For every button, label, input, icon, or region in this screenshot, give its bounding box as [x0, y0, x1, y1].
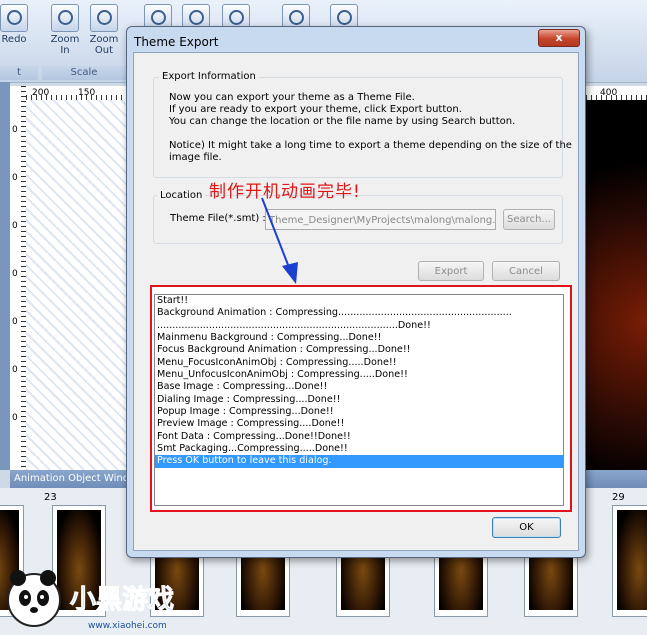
- animation-window-title: Animation Object Wind: [14, 473, 130, 484]
- dialog-title: Theme Export: [134, 35, 219, 49]
- info-notice-line-2: image file.: [169, 152, 222, 163]
- scale-group-label: Scale: [42, 66, 126, 80]
- redo-button[interactable]: Redo: [0, 4, 32, 62]
- log-line[interactable]: ........................................…: [155, 320, 563, 332]
- ruler-label-200: 200: [32, 88, 50, 98]
- export-button[interactable]: Export: [418, 261, 484, 281]
- design-canvas[interactable]: [26, 100, 126, 470]
- info-notice-line-1: Notice) It might take a long time to exp…: [169, 140, 572, 151]
- ruler-label: 0: [12, 269, 18, 279]
- zoom-out-icon: [90, 4, 118, 32]
- close-icon: x: [555, 31, 563, 44]
- export-log-list[interactable]: Start!! Background Animation : Compressin…: [154, 294, 564, 506]
- edit-group-label: t: [0, 66, 38, 80]
- log-line[interactable]: Smt Packaging...Compressing.....Done!!: [155, 443, 563, 455]
- redo-label: Redo: [1, 34, 27, 45]
- watermark-brand: 小黑游戏: [70, 585, 174, 615]
- zoom-out-button[interactable]: Zoom Out: [86, 4, 122, 62]
- search-button[interactable]: Search...: [503, 209, 555, 230]
- log-line[interactable]: Menu_UnfocusIconAnimObj : Compressing...…: [155, 369, 563, 381]
- export-info-label: Export Information: [159, 71, 259, 82]
- ok-button[interactable]: OK: [492, 517, 561, 538]
- info-line-2: If you are ready to export your theme, c…: [169, 104, 462, 115]
- frame-number: 23: [44, 492, 57, 503]
- zoom-out-label: Zoom Out: [89, 34, 119, 56]
- ruler-label-150: 150: [78, 88, 96, 98]
- ruler-label: 0: [12, 173, 18, 183]
- ruler-label: 0: [12, 221, 18, 231]
- info-line-3: You can change the location or the file …: [169, 116, 516, 127]
- redo-icon: [0, 4, 28, 32]
- zoom-in-button[interactable]: Zoom In: [47, 4, 83, 62]
- ruler-label-400: 400: [600, 88, 618, 98]
- theme-preview-canvas[interactable]: [586, 100, 647, 470]
- animation-frame[interactable]: [612, 505, 647, 617]
- frame-thumbnail: [617, 510, 647, 610]
- horizontal-ruler-right: 400: [586, 86, 647, 101]
- log-line[interactable]: Background Animation : Compressing......…: [155, 307, 563, 319]
- zoom-in-label: Zoom In: [50, 34, 80, 56]
- log-line[interactable]: Dialing Image : Compressing....Done!!: [155, 394, 563, 406]
- log-line[interactable]: Mainmenu Background : Compressing...Done…: [155, 332, 563, 344]
- log-line[interactable]: Preview Image : Compressing....Done!!: [155, 418, 563, 430]
- frame-number: 29: [612, 492, 625, 503]
- theme-file-label: Theme File(*.smt) :: [170, 213, 266, 224]
- cancel-button[interactable]: Cancel: [492, 261, 560, 281]
- annotation-arrow: [261, 197, 298, 284]
- log-line[interactable]: Press OK button to leave this dialog.: [155, 455, 563, 468]
- ruler-label: 0: [12, 317, 18, 327]
- vertical-ruler: 0 0 0 0 0 0 0: [10, 86, 27, 470]
- location-label: Location: [157, 190, 206, 201]
- log-line[interactable]: Font Data : Compressing...Done!!Done!!: [155, 431, 563, 443]
- left-panel: [0, 82, 10, 470]
- log-line[interactable]: Popup Image : Compressing...Done!!: [155, 406, 563, 418]
- log-line[interactable]: Focus Background Animation : Compressing…: [155, 344, 563, 356]
- close-button[interactable]: x: [538, 29, 580, 47]
- ruler-label: 0: [12, 125, 18, 135]
- xiaohei-watermark-logo: 小黑游戏 www.xiaohei.com: [7, 570, 175, 631]
- ruler-label: 0: [12, 365, 18, 375]
- ruler-label: 0: [12, 413, 18, 423]
- log-line[interactable]: Menu_FocusIconAnimObj : Compressing.....…: [155, 357, 563, 369]
- log-line[interactable]: Start!!: [155, 295, 563, 307]
- horizontal-ruler: 200 150: [26, 86, 126, 101]
- watermark-url: www.xiaohei.com: [88, 621, 167, 631]
- info-line-1: Now you can export your theme as a Theme…: [169, 92, 415, 103]
- log-line[interactable]: Base Image : Compressing...Done!!: [155, 381, 563, 393]
- zoom-in-icon: [51, 4, 79, 32]
